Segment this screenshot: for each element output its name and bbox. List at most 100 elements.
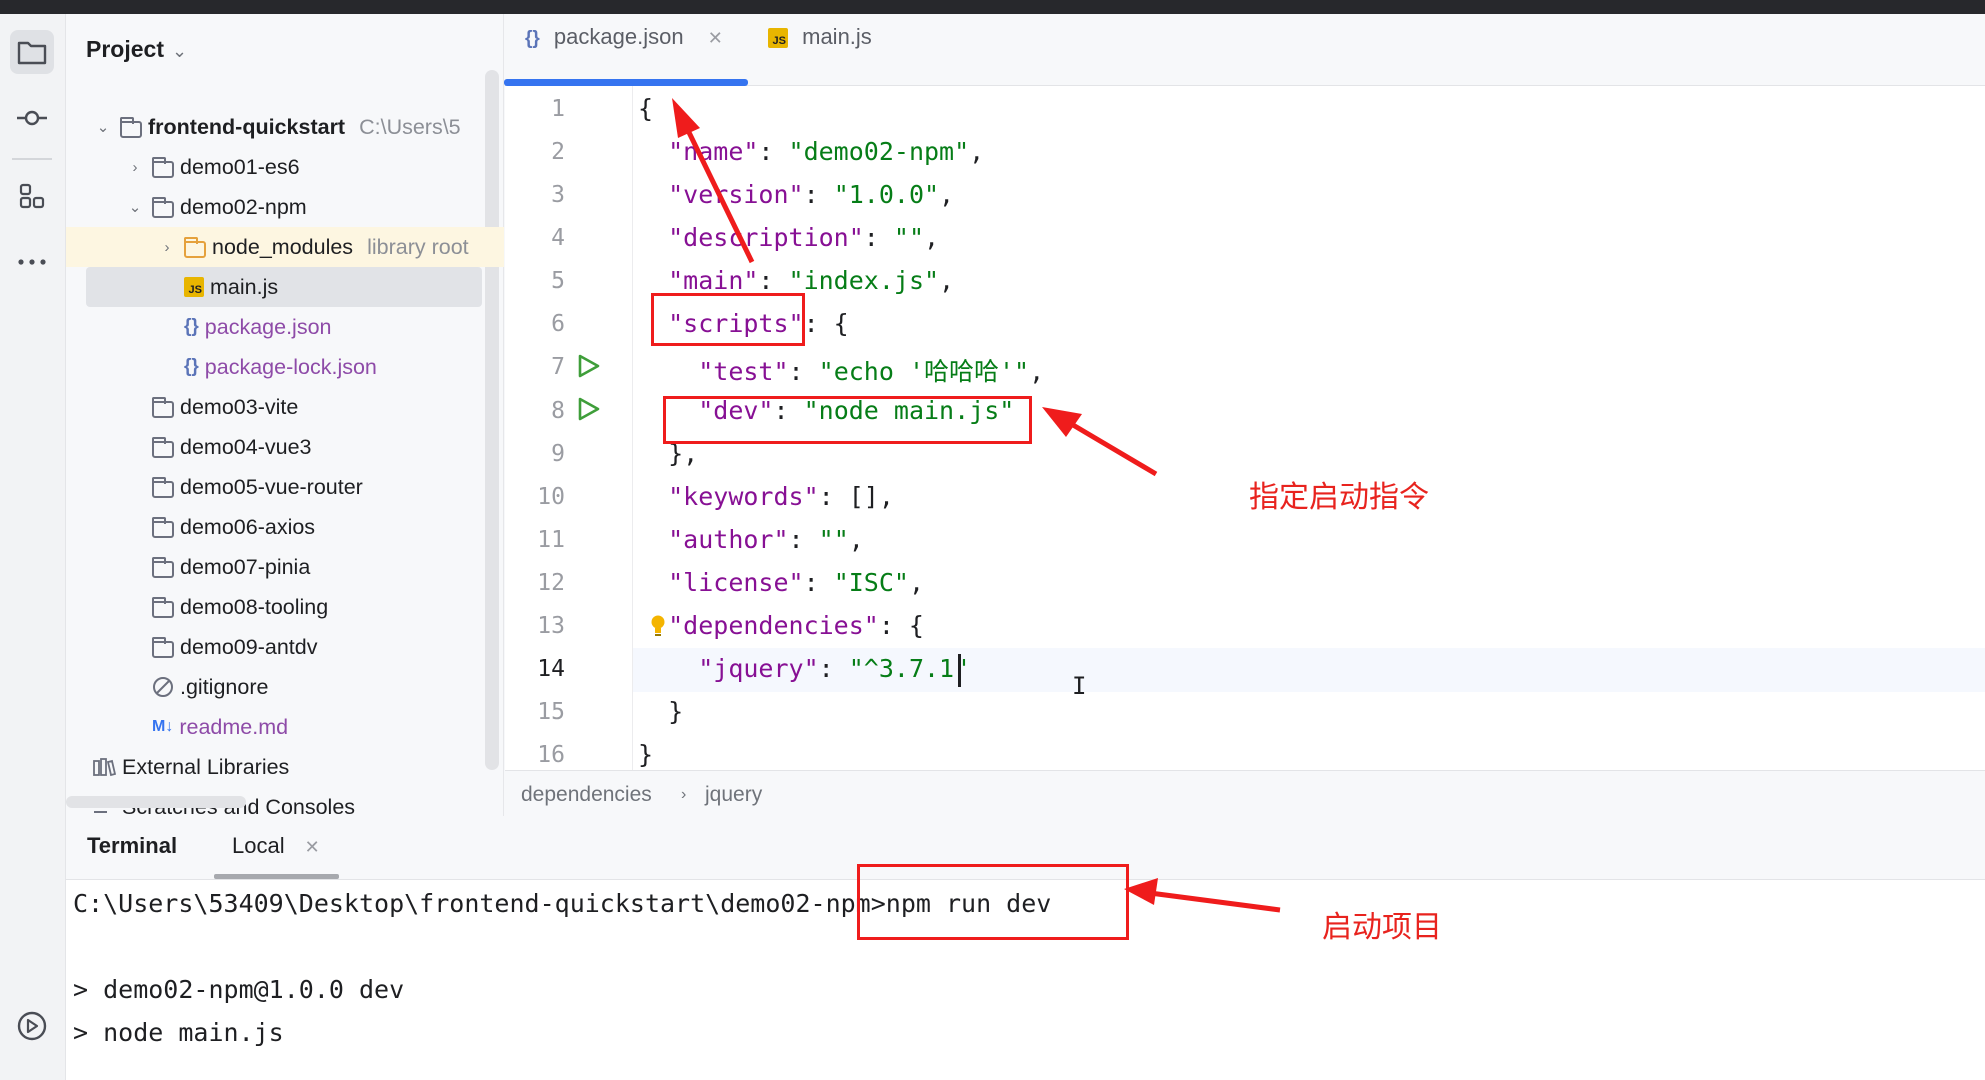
tree-item[interactable]: {} package.json [66,307,504,347]
annotation-command-note: 指定启动指令 [1249,481,1429,514]
code-line: } [638,697,683,726]
chevron-down-icon[interactable]: ⌄ [92,118,114,136]
folder-shape [152,396,174,418]
annotation-box-npm-run-dev [857,864,1129,940]
chevron-right-icon[interactable]: › [156,239,178,256]
tree-item[interactable]: › demo01-es6 [66,147,504,187]
tree-item[interactable]: demo04-vue3 [66,427,504,467]
folder-shape [152,476,174,498]
tree-item-label: readme.md [179,714,289,739]
json-string: "" [818,525,849,554]
json-punctuation: , [908,568,925,597]
code-line: "keywords": [], [638,482,894,511]
json-punctuation: , [939,180,955,209]
tree-item[interactable]: External Libraries [66,747,504,787]
json-punctuation: , [848,525,864,554]
code-line: "test": "echo '哈哈哈'", [638,352,1044,388]
json-key: "main" [668,266,759,295]
lightbulb-icon[interactable] [650,615,666,637]
folder-shape [152,196,174,218]
tree-item-label: .gitignore [180,674,269,699]
tree-item[interactable]: demo09-antdv [66,627,504,667]
tree-item[interactable]: .gitignore [66,667,504,707]
json-punctuation: , [969,137,985,166]
chevron-down-icon: ⌄ [171,41,188,61]
tree-item-label: External Libraries [122,754,290,779]
json-punctuation: : [788,525,819,554]
tree-item[interactable]: ⌄ demo02-npm [66,187,504,227]
project-tool-icon[interactable] [10,30,54,74]
json-key: "keywords" [668,482,819,511]
json-string: "demo02-npm" [788,137,970,166]
tree-item[interactable]: demo07-pinia [66,547,504,587]
line-number: 14 [537,656,565,682]
project-panel-title: Project [86,36,164,62]
terminal-line: > demo02-npm@1.0.0 dev [73,975,405,1004]
json-braces-icon: {} [184,316,199,338]
folder-shape [152,436,174,458]
json-string: "" [893,223,924,252]
code-line: "author": "", [638,525,864,554]
tree-item[interactable]: {} package-lock.json [66,347,504,387]
folder-icon [152,556,174,578]
tree-item-label: demo01-es6 [180,154,300,179]
tool-window-strip [0,14,66,1080]
line-number: 6 [551,311,565,337]
tree-item[interactable]: › node_modules library root [66,227,504,267]
code-line: "jquery": "^3.7.1" [638,654,969,683]
breadcrumb-item[interactable]: dependencies [521,783,652,807]
folder-shape [152,636,174,658]
tool-separator [12,158,52,160]
services-tool-icon[interactable] [10,1004,54,1048]
folder-icon [152,596,174,618]
books-glyph [93,758,116,777]
json-key: "jquery" [698,654,819,683]
chevron-right-icon[interactable]: › [124,159,146,176]
terminal-tab-local[interactable]: Local ✕ [232,833,320,859]
commit-tool-icon[interactable] [10,96,54,140]
json-punctuation: : [788,357,819,386]
json-key: "license" [668,568,804,597]
json-punctuation [638,180,668,209]
run-script-test-icon[interactable] [575,353,601,379]
markdown-badge: M↓ [152,718,174,735]
json-punctuation [638,223,668,252]
json-punctuation: : { [878,611,924,640]
tree-item[interactable]: JS main.js [86,267,482,307]
tree-item[interactable]: demo06-axios [66,507,504,547]
project-panel-header[interactable]: Project ⌄ [86,36,187,63]
annotation-box-dev-command [663,396,1032,444]
tab-package-json[interactable]: {} package.json ✕ [525,24,723,50]
structure-tool-icon[interactable] [10,174,54,218]
code-line: "description": "", [638,223,939,252]
braces-glyph: {} [184,356,199,377]
json-punctuation [638,525,668,554]
json-punctuation: } [638,740,654,769]
line-number: 1 [551,96,565,122]
close-tab-icon[interactable]: ✕ [708,28,723,48]
breadcrumb-item[interactable]: jquery [705,783,762,807]
tree-item-label: demo06-axios [180,514,316,539]
js-badge: JS [184,277,204,297]
project-horizontal-scrollbar[interactable] [66,796,246,808]
more-tools-icon[interactable] [10,240,54,284]
tree-item-label: demo05-vue-router [180,474,363,499]
json-punctuation: : [803,180,834,209]
tree-item[interactable]: ⌄ frontend-quickstart C:\Users\5 [66,107,504,147]
line-number: 15 [537,699,565,725]
json-punctuation: : [], [818,482,894,511]
chevron-down-icon[interactable]: ⌄ [124,198,146,216]
close-tab-icon[interactable]: ✕ [305,837,320,857]
line-number: 13 [537,613,565,639]
json-punctuation: { [638,94,654,123]
tree-item[interactable]: demo08-tooling [66,587,504,627]
tree-item[interactable]: demo03-vite [66,387,504,427]
run-script-dev-icon[interactable] [575,396,601,422]
tree-item[interactable]: M↓ readme.md [66,707,504,747]
code-line: "license": "ISC", [638,568,924,597]
tree-item[interactable]: demo05-vue-router [66,467,504,507]
json-string: "index.js" [788,266,940,295]
tab-main-js[interactable]: JS main.js [768,24,872,50]
line-number: 5 [551,268,565,294]
line-number: 4 [551,225,565,251]
